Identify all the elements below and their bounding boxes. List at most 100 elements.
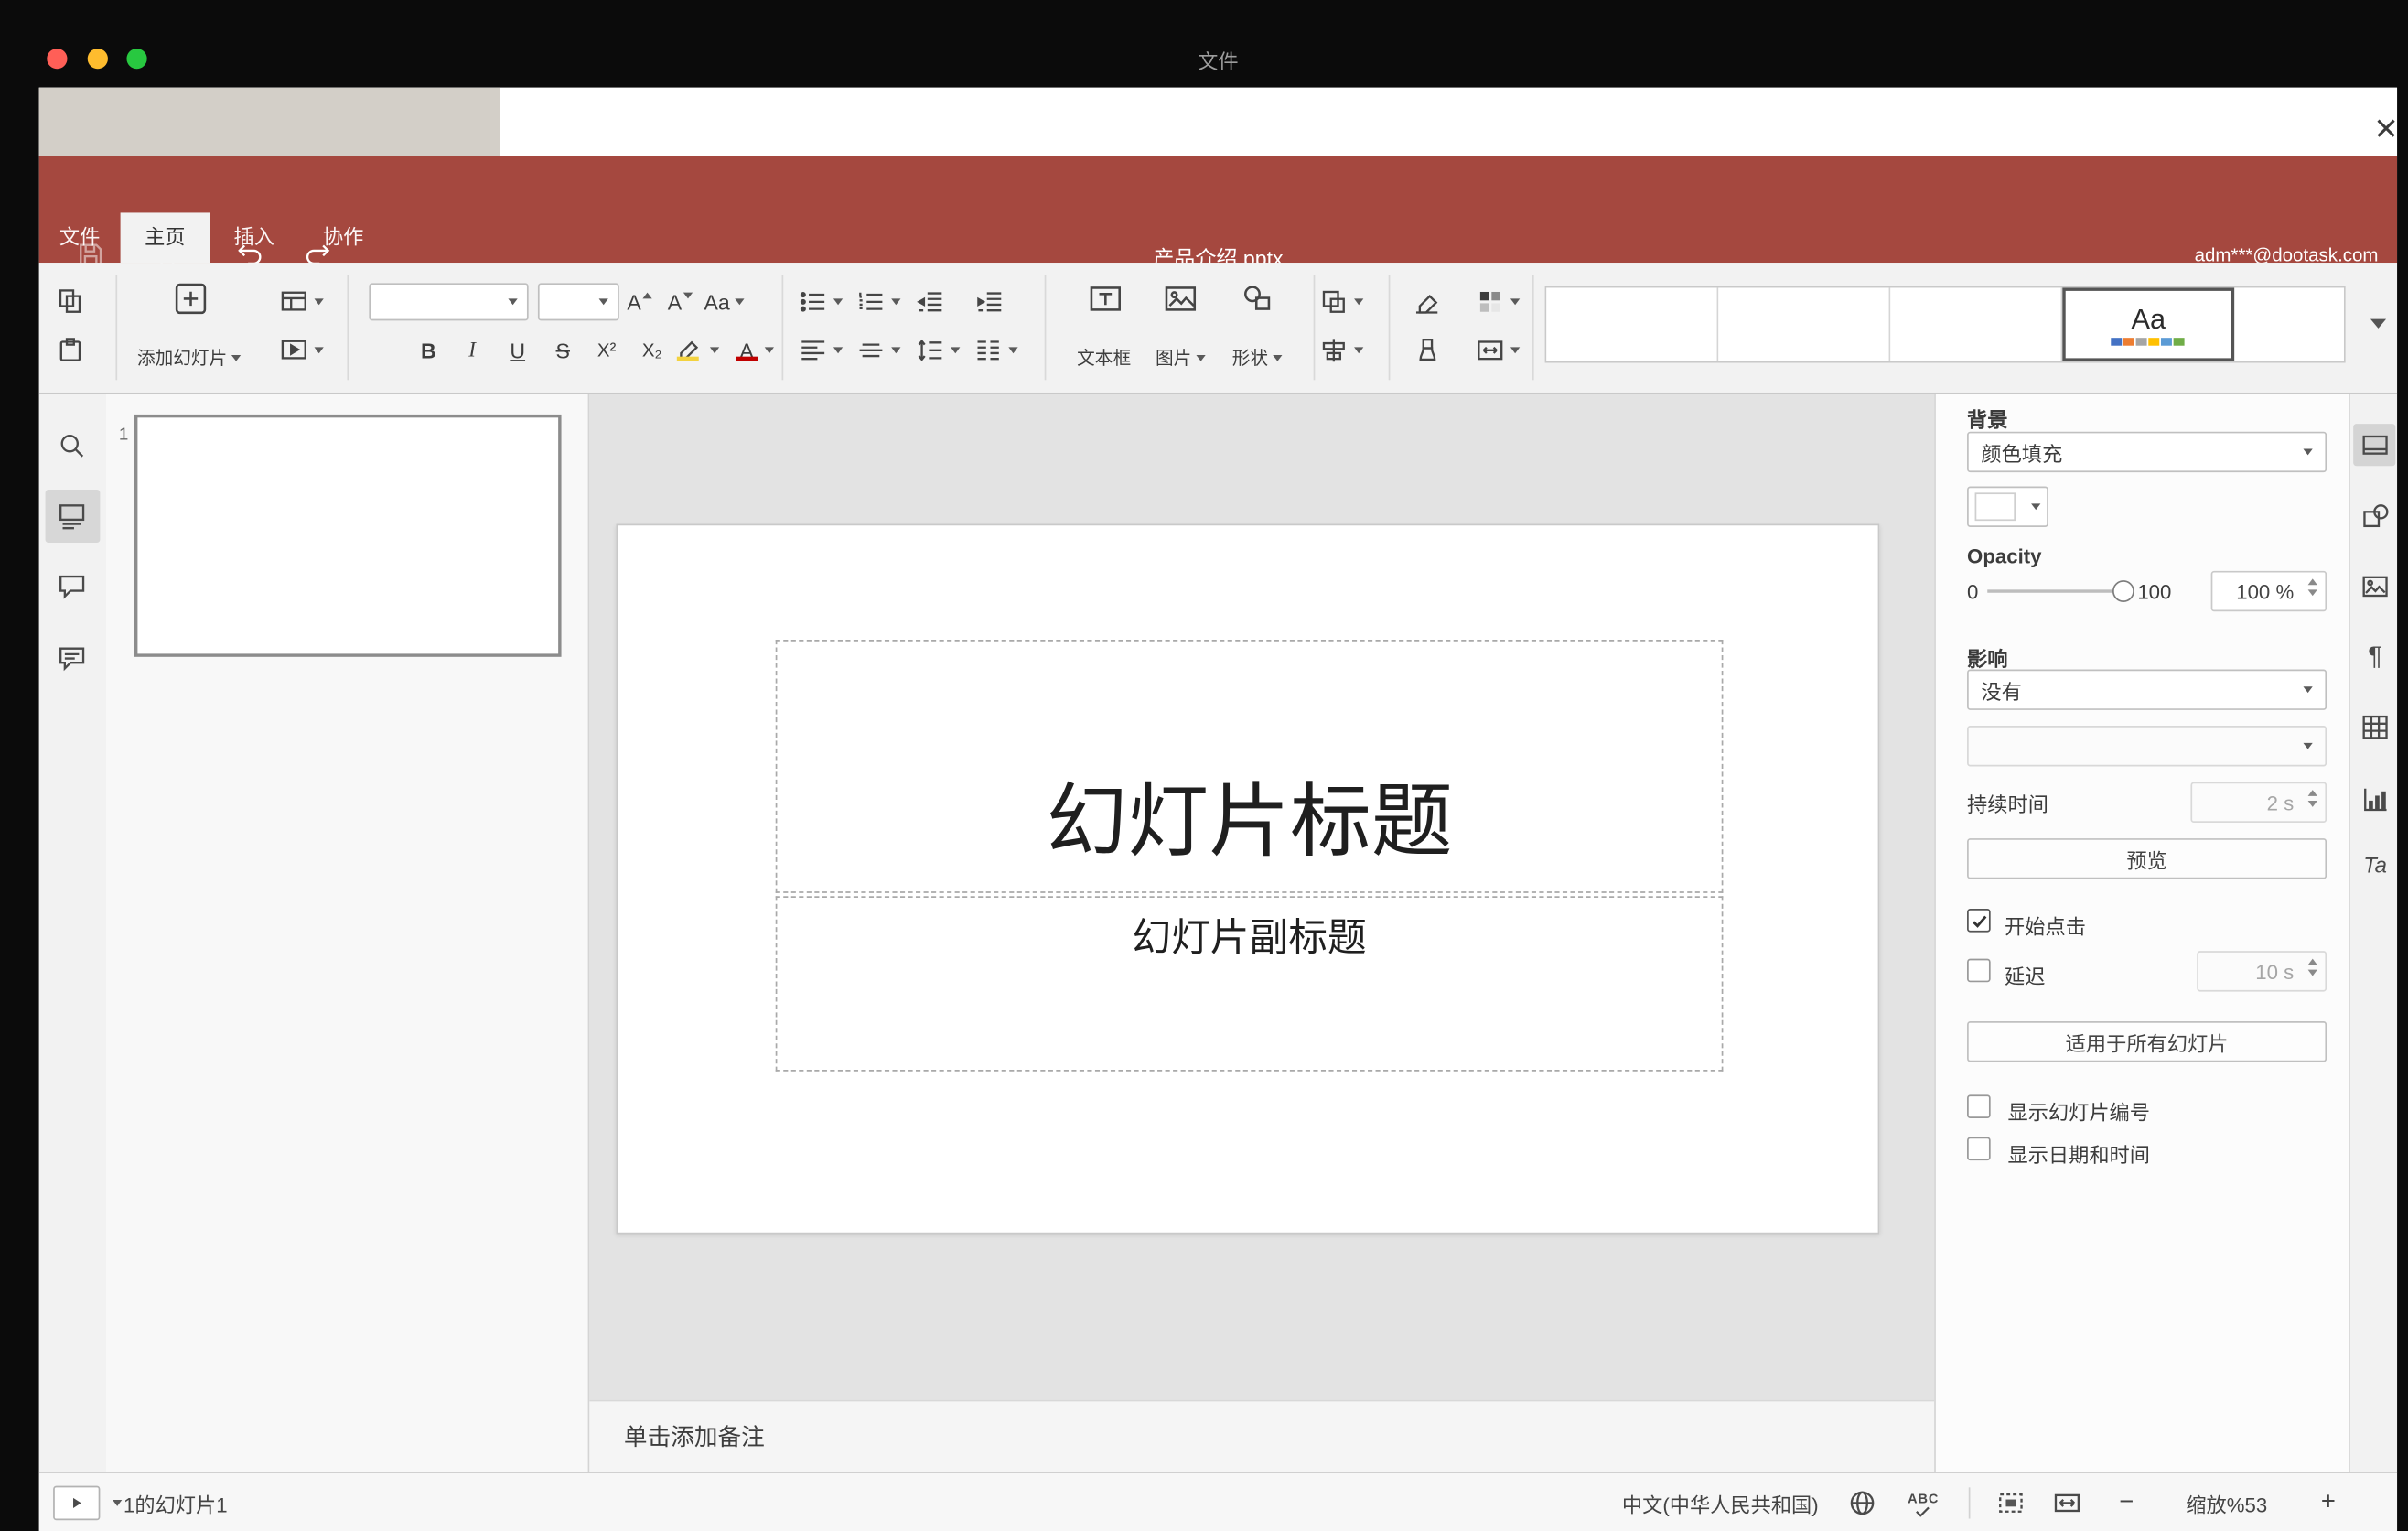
notes-area[interactable]: 单击添加备注 xyxy=(589,1399,1935,1472)
spinner-arrows-icon[interactable] xyxy=(2307,578,2317,597)
zoom-in-button[interactable]: + xyxy=(2313,1486,2344,1521)
decrease-font-button[interactable]: A xyxy=(660,282,700,322)
font-color-button[interactable]: A xyxy=(726,330,782,371)
delay-input[interactable]: 10 s xyxy=(2197,951,2327,992)
theme-thumbnail-selected[interactable]: Aa xyxy=(2062,287,2235,361)
line-spacing-button[interactable] xyxy=(908,330,965,371)
tab-home[interactable]: 主页 xyxy=(120,212,210,264)
copy-button[interactable] xyxy=(50,282,91,322)
paragraph-settings-tab[interactable]: ¶ xyxy=(2360,642,2391,673)
highlight-color-button[interactable] xyxy=(668,330,725,371)
opacity-input[interactable]: 100 % xyxy=(2210,570,2327,612)
increase-indent-button[interactable] xyxy=(970,282,1010,322)
slide-title-text: 幻灯片标题 xyxy=(1046,777,1453,868)
editing-canvas[interactable]: 幻灯片标题 幻灯片副标题 xyxy=(589,394,1935,1400)
arrange-shapes-button[interactable] xyxy=(1312,282,1369,322)
comments-panel-button[interactable] xyxy=(57,571,88,602)
shape-settings-tab[interactable] xyxy=(2360,501,2391,532)
insert-shape-button[interactable] xyxy=(1237,278,1277,318)
apply-to-all-slides-button[interactable]: 适用于所有幻灯片 xyxy=(1967,1021,2327,1062)
start-slideshow-status-button[interactable] xyxy=(53,1485,101,1521)
expand-gallery-button[interactable] xyxy=(2360,304,2397,344)
tab-collaboration[interactable]: 协作 xyxy=(298,212,387,263)
start-slideshow-button[interactable] xyxy=(272,330,328,371)
align-text-button[interactable] xyxy=(791,330,848,371)
clear-style-button[interactable] xyxy=(1407,282,1447,322)
effect-select[interactable]: 没有 xyxy=(1967,669,2327,710)
fit-width-button[interactable] xyxy=(2051,1487,2082,1518)
fit-slide-button[interactable] xyxy=(1995,1487,2026,1518)
tab-insert[interactable]: 插入 xyxy=(210,212,298,263)
slide-thumbnail-1[interactable] xyxy=(134,414,562,657)
fill-type-select[interactable]: 颜色填充 xyxy=(1967,431,2327,473)
delay-value: 10 s xyxy=(2255,959,2295,984)
slide-settings-panel: 背景 颜色填充 Opacity 0 100 100 % 影响 没有 持续时间 2… xyxy=(1934,394,2349,1472)
font-size-combo[interactable] xyxy=(537,283,619,321)
textbox-icon xyxy=(1090,286,1121,311)
font-name-combo[interactable] xyxy=(369,283,529,321)
textart-icon: Ta xyxy=(2363,852,2387,878)
search-button[interactable] xyxy=(57,430,88,461)
vertical-align-button[interactable] xyxy=(849,330,906,371)
slide-settings-tab[interactable] xyxy=(2360,430,2391,461)
spinner-arrows-icon[interactable] xyxy=(2307,958,2317,976)
color-scheme-button[interactable] xyxy=(1468,282,1525,322)
copy-style-button[interactable] xyxy=(1407,330,1447,371)
duration-input[interactable]: 2 s xyxy=(2190,782,2327,823)
subscript-button[interactable]: X₂ xyxy=(631,330,672,371)
show-date-time-checkbox[interactable] xyxy=(1967,1137,1991,1161)
align-shapes-button[interactable] xyxy=(1312,330,1369,371)
opacity-slider-track[interactable] xyxy=(1987,589,2119,593)
insert-image-button[interactable] xyxy=(1160,278,1200,318)
zoom-out-button[interactable]: − xyxy=(2111,1486,2142,1521)
chat-panel-button[interactable] xyxy=(57,642,88,674)
numbered-list-button[interactable] xyxy=(849,282,906,322)
spinner-arrows-icon[interactable] xyxy=(2307,790,2317,807)
insert-image-label[interactable]: 图片 xyxy=(1143,338,1218,378)
delay-label: 延迟 xyxy=(2005,965,2046,989)
insert-textbox-button[interactable] xyxy=(1085,278,1125,318)
insert-shape-label[interactable]: 形状 xyxy=(1220,338,1295,378)
strikethrough-button[interactable]: S xyxy=(543,330,583,371)
add-slide-button[interactable] xyxy=(170,278,210,318)
image-settings-tab[interactable] xyxy=(2360,571,2391,602)
slide-title-placeholder[interactable]: 幻灯片标题 xyxy=(775,640,1724,893)
slide-subtitle-placeholder[interactable]: 幻灯片副标题 xyxy=(775,896,1724,1072)
close-preview-button[interactable] xyxy=(2369,111,2403,146)
underline-button[interactable]: U xyxy=(497,330,537,371)
increase-font-button[interactable]: A xyxy=(619,282,660,322)
bold-button[interactable]: B xyxy=(408,330,448,371)
effect-variant-select[interactable] xyxy=(1967,726,2327,767)
preview-button[interactable]: 预览 xyxy=(1967,838,2327,879)
language-selector[interactable]: 中文(中华人民共和国) xyxy=(1540,1489,1819,1517)
insert-textbox-label[interactable]: 文本框 xyxy=(1067,338,1142,378)
document-language-button[interactable] xyxy=(1846,1487,1877,1518)
spell-check-button[interactable]: ABC xyxy=(1903,1484,1943,1522)
theme-thumbnail[interactable] xyxy=(1546,287,1719,361)
superscript-button[interactable]: X² xyxy=(586,330,627,371)
slide-size-button[interactable] xyxy=(1468,330,1525,371)
paste-button[interactable] xyxy=(50,330,91,371)
chart-settings-tab[interactable] xyxy=(2360,783,2391,814)
table-settings-tab[interactable] xyxy=(2360,712,2391,743)
theme-thumbnail[interactable] xyxy=(1890,287,2063,361)
chevron-down-icon[interactable] xyxy=(113,1500,123,1506)
theme-thumbnail[interactable] xyxy=(1718,287,1891,361)
fill-color-picker[interactable] xyxy=(1967,486,2048,527)
show-slide-number-checkbox[interactable] xyxy=(1967,1094,1991,1118)
decrease-indent-button[interactable] xyxy=(910,282,951,322)
opacity-slider-knob[interactable] xyxy=(2112,580,2134,602)
add-slide-label[interactable]: 添加幻灯片 xyxy=(126,338,252,378)
start-on-click-checkbox[interactable] xyxy=(1967,908,1991,933)
slides-panel-button[interactable] xyxy=(57,501,88,532)
columns-button[interactable] xyxy=(966,330,1023,371)
slide-1[interactable]: 幻灯片标题 幻灯片副标题 xyxy=(616,523,1880,1235)
change-layout-button[interactable] xyxy=(272,282,328,322)
bullets-button[interactable] xyxy=(791,282,848,322)
tab-file[interactable]: 文件 xyxy=(39,212,121,263)
italic-button[interactable]: I xyxy=(452,330,492,371)
zoom-value[interactable]: 缩放%53 xyxy=(2172,1489,2282,1517)
change-case-button[interactable]: Aa xyxy=(696,282,753,322)
textart-settings-tab[interactable]: Ta xyxy=(2360,849,2391,880)
delay-checkbox[interactable] xyxy=(1967,958,1991,983)
